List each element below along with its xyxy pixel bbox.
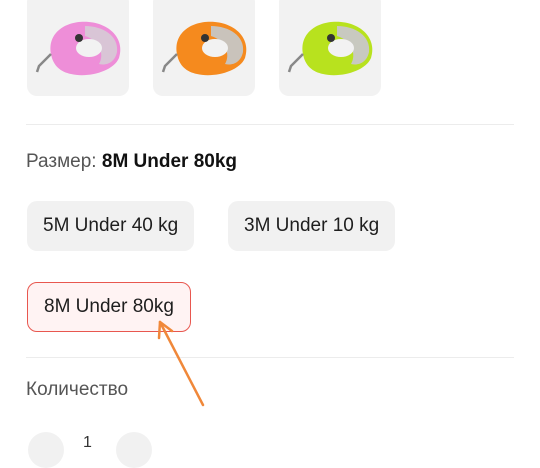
divider bbox=[26, 124, 514, 125]
variant-thumb-lime[interactable] bbox=[279, 0, 381, 96]
quantity-increment-button[interactable] bbox=[116, 432, 152, 468]
quantity-label: Количество bbox=[26, 379, 129, 400]
size-selected-value: 8M Under 80kg bbox=[101, 151, 238, 172]
variant-thumb-orange[interactable] bbox=[153, 0, 255, 96]
size-option-8m[interactable]: 8M Under 80kg bbox=[27, 282, 191, 332]
leash-lime-image bbox=[287, 21, 373, 76]
size-option-3m[interactable]: 3M Under 10 kg bbox=[228, 201, 396, 251]
size-option-5m[interactable]: 5M Under 40 kg bbox=[27, 201, 195, 251]
size-label: Размер: bbox=[26, 151, 97, 172]
variant-thumb-pink[interactable] bbox=[27, 0, 129, 96]
leash-pink-image bbox=[35, 21, 121, 76]
leash-orange-image bbox=[161, 21, 247, 76]
size-heading: Размер: 8M Under 80kg bbox=[26, 151, 237, 173]
divider bbox=[26, 357, 514, 358]
quantity-decrement-button[interactable] bbox=[28, 432, 64, 468]
